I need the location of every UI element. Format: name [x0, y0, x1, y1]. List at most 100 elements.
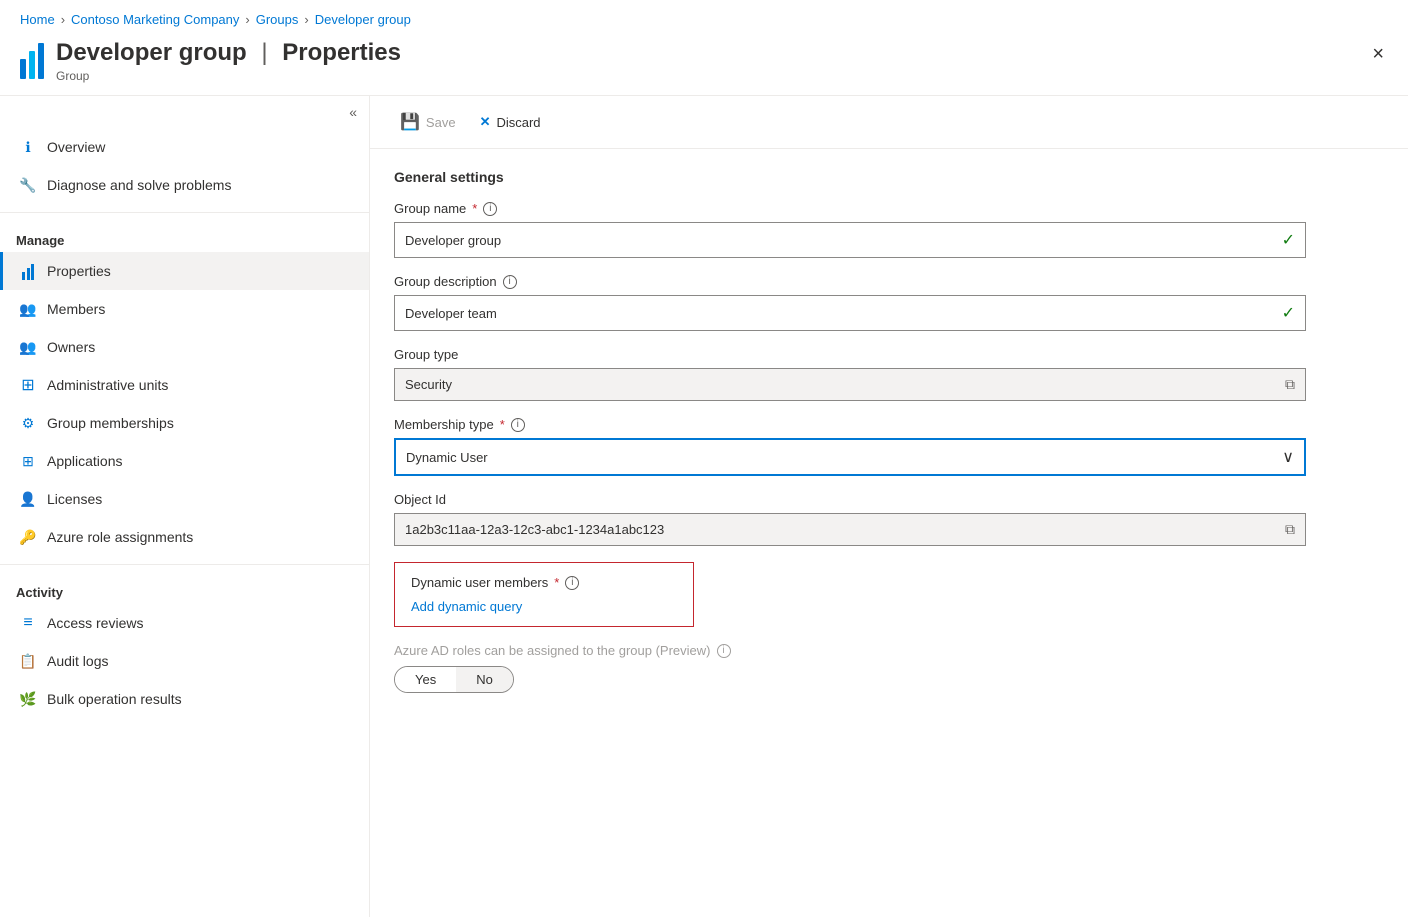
properties-icon: [19, 262, 37, 280]
info-icon: ℹ: [19, 138, 37, 156]
group-name-input[interactable]: Developer group ✓: [394, 222, 1306, 258]
sidebar-label-admin-units: Administrative units: [47, 377, 168, 393]
save-button[interactable]: 💾 Save: [390, 106, 466, 138]
membership-type-required: *: [500, 417, 505, 432]
group-name-info-icon[interactable]: i: [483, 202, 497, 216]
applications-icon: ⊞: [19, 452, 37, 470]
discard-label: Discard: [496, 115, 540, 130]
dynamic-members-box: Dynamic user members * i Add dynamic que…: [394, 562, 694, 627]
breadcrumb-company[interactable]: Contoso Marketing Company: [71, 12, 239, 27]
sidebar-label-overview: Overview: [47, 139, 105, 155]
page-header: Developer group | Properties Group ×: [0, 35, 1408, 96]
sidebar-item-applications[interactable]: ⊞ Applications: [0, 442, 369, 480]
bulk-results-icon: 🌿: [19, 690, 37, 708]
group-name-label: Group name * i: [394, 201, 1306, 216]
sidebar-item-group-memberships[interactable]: ⚙ Group memberships: [0, 404, 369, 442]
breadcrumb-developer-group[interactable]: Developer group: [315, 12, 411, 27]
object-id-input: 1a2b3c11aa-12a3-12c3-abc1-1234a1abc123 ⧉: [394, 513, 1306, 546]
object-id-field: Object Id 1a2b3c11aa-12a3-12c3-abc1-1234…: [394, 492, 1306, 546]
logo-bar-2: [29, 51, 35, 79]
sidebar-label-properties: Properties: [47, 263, 111, 279]
sidebar-item-admin-units[interactable]: ⊞ Administrative units: [0, 366, 369, 404]
dropdown-chevron-icon: ∨: [1282, 447, 1294, 467]
breadcrumb-home[interactable]: Home: [20, 12, 55, 27]
sidebar-item-licenses[interactable]: 👤 Licenses: [0, 480, 369, 518]
add-dynamic-query-link[interactable]: Add dynamic query: [411, 599, 522, 614]
page-title-area: Developer group | Properties Group: [56, 39, 401, 83]
membership-type-label: Membership type * i: [394, 417, 1306, 432]
logo-bar-1: [20, 59, 26, 79]
logo-bar-3: [38, 43, 44, 79]
azure-ad-toggle-group: Yes No: [394, 666, 514, 693]
members-icon: 👥: [19, 300, 37, 318]
dynamic-members-label: Dynamic user members * i: [411, 575, 677, 590]
sidebar-label-applications: Applications: [47, 453, 123, 469]
object-id-copy-icon[interactable]: ⧉: [1285, 521, 1295, 538]
group-name-field: Group name * i Developer group ✓: [394, 201, 1306, 258]
dynamic-members-info-icon[interactable]: i: [565, 576, 579, 590]
access-reviews-icon: ≡: [19, 614, 37, 632]
sidebar-item-properties[interactable]: Properties: [0, 252, 369, 290]
key-icon: 🔑: [19, 528, 37, 546]
membership-type-field: Membership type * i Dynamic User ∨: [394, 417, 1306, 476]
sidebar-collapse-button[interactable]: «: [349, 104, 357, 120]
sidebar-item-audit-logs[interactable]: 📋 Audit logs: [0, 642, 369, 680]
sidebar-label-access-reviews: Access reviews: [47, 615, 143, 631]
group-description-input[interactable]: Developer team ✓: [394, 295, 1306, 331]
dynamic-members-required: *: [554, 575, 559, 590]
sidebar-item-overview[interactable]: ℹ Overview: [0, 128, 369, 166]
membership-type-select[interactable]: Dynamic User ∨: [394, 438, 1306, 476]
sidebar-divider-2: [0, 564, 369, 565]
sidebar-item-bulk-results[interactable]: 🌿 Bulk operation results: [0, 680, 369, 718]
group-type-field: Group type Security ⧉: [394, 347, 1306, 401]
group-description-label: Group description i: [394, 274, 1306, 289]
sidebar-label-bulk-results: Bulk operation results: [47, 691, 182, 707]
breadcrumb-groups[interactable]: Groups: [256, 12, 299, 27]
sidebar-item-owners[interactable]: 👥 Owners: [0, 328, 369, 366]
sidebar-item-members[interactable]: 👥 Members: [0, 290, 369, 328]
sidebar-label-azure-roles: Azure role assignments: [47, 529, 193, 545]
sidebar-label-diagnose: Diagnose and solve problems: [47, 177, 231, 193]
group-name-check-icon: ✓: [1282, 230, 1295, 250]
azure-ad-label: Azure AD roles can be assigned to the gr…: [394, 643, 1306, 658]
sidebar-label-audit-logs: Audit logs: [47, 653, 108, 669]
save-icon: 💾: [400, 112, 420, 132]
page-title: Developer group | Properties: [56, 39, 401, 67]
main-layout: « ℹ Overview 🔧 Diagnose and solve proble…: [0, 96, 1408, 917]
object-id-label: Object Id: [394, 492, 1306, 507]
discard-button[interactable]: ✕ Discard: [470, 108, 551, 136]
group-type-copy-icon[interactable]: ⧉: [1285, 376, 1295, 393]
breadcrumb: Home › Contoso Marketing Company › Group…: [0, 0, 1408, 35]
sidebar-item-diagnose[interactable]: 🔧 Diagnose and solve problems: [0, 166, 369, 204]
sidebar-item-access-reviews[interactable]: ≡ Access reviews: [0, 604, 369, 642]
group-description-info-icon[interactable]: i: [503, 275, 517, 289]
licenses-icon: 👤: [19, 490, 37, 508]
admin-units-icon: ⊞: [19, 376, 37, 394]
group-description-check-icon: ✓: [1282, 303, 1295, 323]
sidebar-item-azure-roles[interactable]: 🔑 Azure role assignments: [0, 518, 369, 556]
save-label: Save: [426, 115, 456, 130]
activity-section-label: Activity: [0, 573, 369, 604]
toggle-yes[interactable]: Yes: [395, 667, 456, 692]
discard-icon: ✕: [480, 114, 491, 130]
app-logo: [20, 43, 44, 79]
sidebar-label-licenses: Licenses: [47, 491, 102, 507]
manage-section-label: Manage: [0, 221, 369, 252]
general-settings-label: General settings: [394, 169, 1306, 185]
wrench-icon: 🔧: [19, 176, 37, 194]
audit-logs-icon: 📋: [19, 652, 37, 670]
close-button[interactable]: ×: [1368, 39, 1388, 70]
sidebar-label-owners: Owners: [47, 339, 95, 355]
membership-type-info-icon[interactable]: i: [511, 418, 525, 432]
group-type-input: Security ⧉: [394, 368, 1306, 401]
azure-ad-roles-field: Azure AD roles can be assigned to the gr…: [394, 643, 1306, 693]
group-memberships-icon: ⚙: [19, 414, 37, 432]
toolbar: 💾 Save ✕ Discard: [370, 96, 1408, 149]
sidebar: « ℹ Overview 🔧 Diagnose and solve proble…: [0, 96, 370, 917]
toggle-no[interactable]: No: [456, 667, 513, 692]
sidebar-collapse-area: «: [0, 96, 369, 128]
group-description-field: Group description i Developer team ✓: [394, 274, 1306, 331]
sidebar-label-members: Members: [47, 301, 105, 317]
owners-icon: 👥: [19, 338, 37, 356]
azure-ad-info-icon[interactable]: i: [717, 644, 731, 658]
